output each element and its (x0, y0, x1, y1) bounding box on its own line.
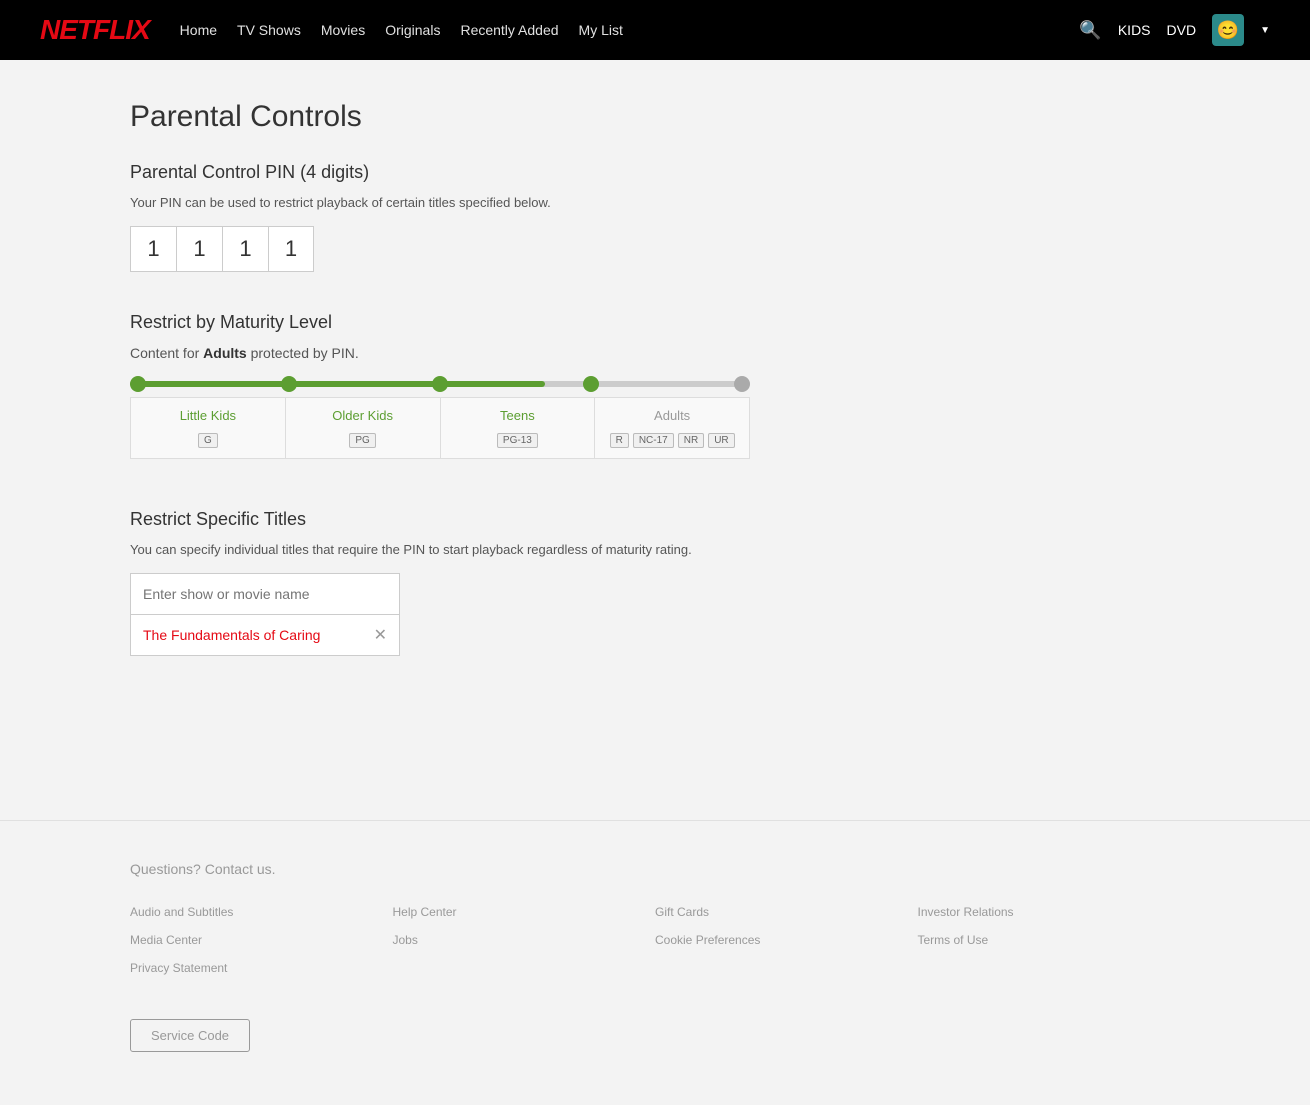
maturity-heading: Restrict by Maturity Level (130, 312, 1180, 333)
dot-end (734, 376, 750, 392)
nav-recently-added[interactable]: Recently Added (460, 22, 558, 38)
pin-digit-1[interactable] (130, 226, 176, 272)
ratings-adults: R NC-17 NR UR (610, 433, 735, 448)
restrict-section: Restrict Specific Titles You can specify… (130, 509, 1180, 656)
footer-link-cookie-preferences[interactable]: Cookie Preferences (655, 929, 918, 951)
restricted-title-text: The Fundamentals of Caring (143, 627, 320, 643)
kids-button[interactable]: KIDS (1118, 22, 1151, 38)
netflix-logo[interactable]: NETFLIX (40, 14, 150, 46)
rating-ur: UR (708, 433, 734, 448)
title-search-input[interactable] (130, 573, 400, 615)
pin-heading: Parental Control PIN (4 digits) (130, 162, 1180, 183)
nav-my-list[interactable]: My List (579, 22, 623, 38)
footer-links-grid: Audio and Subtitles Help Center Gift Car… (130, 901, 1180, 979)
remove-title-icon[interactable]: ✕ (374, 625, 387, 645)
nav-movies[interactable]: Movies (321, 22, 365, 38)
footer-questions: Questions? Contact us. (130, 861, 1180, 877)
search-icon[interactable]: 🔍 (1079, 20, 1101, 41)
pin-description: Your PIN can be used to restrict playbac… (130, 195, 1180, 210)
maturity-slider[interactable] (130, 381, 1180, 387)
nav-home[interactable]: Home (180, 22, 217, 38)
slider-track (130, 381, 750, 387)
pin-digit-3[interactable] (222, 226, 268, 272)
pin-digit-2[interactable] (176, 226, 222, 272)
footer-link-media-center[interactable]: Media Center (130, 929, 393, 951)
restrict-description: You can specify individual titles that r… (130, 542, 1180, 557)
service-code-button[interactable]: Service Code (130, 1019, 250, 1052)
maturity-description: Content for Adults protected by PIN. (130, 345, 1180, 361)
main-nav: Home TV Shows Movies Originals Recently … (180, 22, 623, 38)
maturity-col-adults[interactable]: Adults R NC-17 NR UR (594, 397, 750, 459)
footer-link-jobs[interactable]: Jobs (393, 929, 656, 951)
rating-pg13: PG-13 (497, 433, 538, 448)
restrict-heading: Restrict Specific Titles (130, 509, 1180, 530)
dot-adults (583, 376, 599, 392)
maturity-col-teens[interactable]: Teens PG-13 (440, 397, 595, 459)
footer-link-audio-subtitles[interactable]: Audio and Subtitles (130, 901, 393, 923)
footer-link-terms-of-use[interactable]: Terms of Use (918, 929, 1181, 951)
maturity-section: Restrict by Maturity Level Content for A… (130, 312, 1180, 459)
slider-dots (130, 376, 750, 392)
ratings-teens: PG-13 (497, 433, 538, 448)
footer-link-investor-relations[interactable]: Investor Relations (918, 901, 1181, 923)
rating-r: R (610, 433, 629, 448)
maturity-name-adults: Adults (654, 408, 690, 423)
dot-teens (432, 376, 448, 392)
ratings-little-kids: G (198, 433, 218, 448)
nav-originals[interactable]: Originals (385, 22, 440, 38)
dvd-button[interactable]: DVD (1167, 22, 1197, 38)
header: NETFLIX Home TV Shows Movies Originals R… (0, 0, 1310, 60)
maturity-levels: Little Kids G Older Kids PG Teens PG-13 … (130, 397, 750, 459)
maturity-name-teens: Teens (500, 408, 535, 423)
restricted-title-item: The Fundamentals of Caring ✕ (130, 615, 400, 656)
ratings-older-kids: PG (349, 433, 375, 448)
footer: Questions? Contact us. Audio and Subtitl… (0, 820, 1310, 1082)
maturity-name-older-kids: Older Kids (332, 408, 393, 423)
dot-little-kids (130, 376, 146, 392)
rating-g: G (198, 433, 218, 448)
pin-section: Parental Control PIN (4 digits) Your PIN… (130, 162, 1180, 272)
page-title: Parental Controls (130, 100, 1180, 134)
footer-link-gift-cards[interactable]: Gift Cards (655, 901, 918, 923)
main-content: Parental Controls Parental Control PIN (… (0, 60, 1310, 820)
footer-link-privacy-statement[interactable]: Privacy Statement (130, 957, 393, 979)
maturity-name-little-kids: Little Kids (180, 408, 236, 423)
profile-dropdown-arrow[interactable]: ▼ (1260, 25, 1270, 36)
maturity-col-little-kids[interactable]: Little Kids G (130, 397, 285, 459)
dot-older-kids (281, 376, 297, 392)
nav-tv-shows[interactable]: TV Shows (237, 22, 301, 38)
rating-pg: PG (349, 433, 375, 448)
rating-nr: NR (678, 433, 704, 448)
footer-link-help-center[interactable]: Help Center (393, 901, 656, 923)
avatar[interactable]: 😊 (1212, 14, 1244, 46)
pin-digit-4[interactable] (268, 226, 314, 272)
rating-nc17: NC-17 (633, 433, 674, 448)
pin-inputs (130, 226, 1180, 272)
maturity-col-older-kids[interactable]: Older Kids PG (285, 397, 440, 459)
header-right: 🔍 KIDS DVD 😊 ▼ (1079, 14, 1270, 46)
